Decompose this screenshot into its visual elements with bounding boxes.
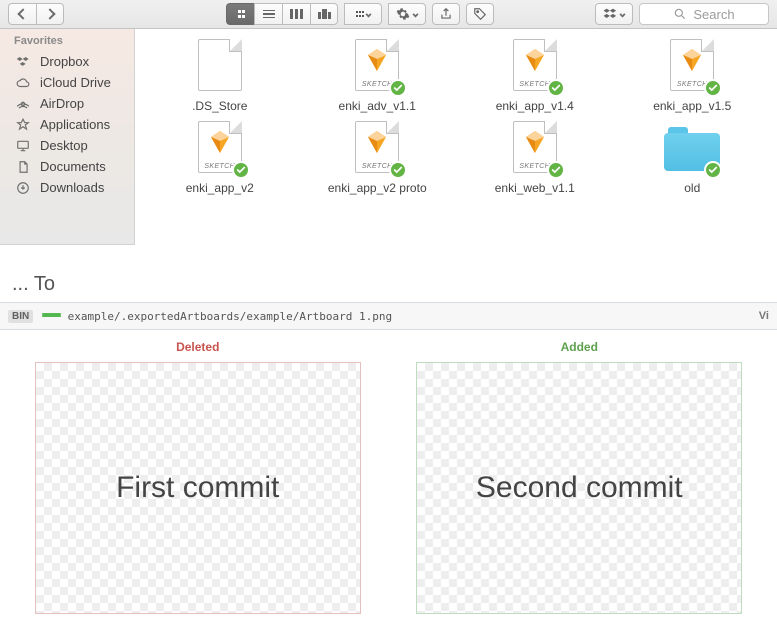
view-coverflow-button[interactable] xyxy=(310,3,338,25)
applications-icon xyxy=(14,118,32,132)
coverflow-icon xyxy=(318,9,331,19)
file-item[interactable]: SKETCHenki_app_v1.4 xyxy=(458,39,612,113)
chevron-down-icon xyxy=(619,11,625,17)
added-panel: Second commit xyxy=(416,362,742,614)
file-label: enki_app_v1.4 xyxy=(496,99,574,113)
diff-body: Deleted First commit Added Second commit xyxy=(0,334,777,614)
file-label: enki_app_v2 proto xyxy=(328,181,427,195)
added-text: Second commit xyxy=(476,471,683,505)
sidebar-item-icloud-drive[interactable]: iCloud Drive xyxy=(0,72,134,93)
sync-badge-icon xyxy=(704,79,722,97)
sidebar-item-airdrop[interactable]: AirDrop xyxy=(0,93,134,114)
action-group xyxy=(388,3,426,25)
search-icon xyxy=(673,7,687,21)
grid-icon xyxy=(237,10,244,19)
sidebar-item-downloads[interactable]: Downloads xyxy=(0,177,134,198)
view-mode-buttons xyxy=(226,3,338,25)
file-item[interactable]: SKETCHenki_web_v1.1 xyxy=(458,121,612,195)
arrange-button[interactable] xyxy=(344,3,382,25)
sidebar-item-label: iCloud Drive xyxy=(40,75,111,90)
added-column: Added Second commit xyxy=(394,334,766,614)
sidebar-item-label: Documents xyxy=(40,159,106,174)
file-item[interactable]: old xyxy=(616,121,770,195)
diff-header: BIN ▪▪▪▪▪ example/.exportedArtboards/exa… xyxy=(0,302,777,330)
file-grid[interactable]: .DS_StoreSKETCHenki_adv_v1.1SKETCHenki_a… xyxy=(135,29,777,245)
list-icon xyxy=(263,10,275,19)
share-icon xyxy=(439,7,453,21)
file-label: old xyxy=(684,181,700,195)
bin-badge: BIN xyxy=(8,310,33,323)
chevron-left-icon xyxy=(17,8,28,19)
diff-path: example/.exportedArtboards/example/Artbo… xyxy=(68,310,393,323)
search-field[interactable]: Search xyxy=(639,3,769,25)
back-button[interactable] xyxy=(8,3,36,25)
sidebar: Favorites Dropbox iCloud Drive AirDrop Appl… xyxy=(0,29,135,245)
chevron-down-icon xyxy=(412,11,418,17)
chevron-down-icon xyxy=(365,11,371,17)
file-label: enki_adv_v1.1 xyxy=(339,99,416,113)
deleted-text: First commit xyxy=(116,471,279,505)
file-label: enki_app_v2 xyxy=(186,181,254,195)
file-item[interactable]: SKETCHenki_adv_v1.1 xyxy=(301,39,455,113)
sidebar-section-header: Favorites xyxy=(0,35,134,51)
tag-icon xyxy=(473,7,487,21)
desktop-icon xyxy=(14,139,32,153)
file-item[interactable]: SKETCHenki_app_v2 xyxy=(143,121,297,195)
sidebar-item-label: Downloads xyxy=(40,180,104,195)
dropbox-icon xyxy=(603,7,617,21)
downloads-icon xyxy=(14,181,32,195)
forward-button[interactable] xyxy=(36,3,64,25)
view-icon-button[interactable] xyxy=(226,3,254,25)
sidebar-item-documents[interactable]: Documents xyxy=(0,156,134,177)
deleted-column: Deleted First commit xyxy=(12,334,384,614)
chevron-right-icon xyxy=(44,8,55,19)
sidebar-item-applications[interactable]: Applications xyxy=(0,114,134,135)
file-label: .DS_Store xyxy=(192,99,247,113)
nav-buttons xyxy=(8,3,64,25)
file-item[interactable]: SKETCHenki_app_v1.5 xyxy=(616,39,770,113)
file-label: enki_app_v1.5 xyxy=(653,99,731,113)
sidebar-item-desktop[interactable]: Desktop xyxy=(0,135,134,156)
columns-icon xyxy=(290,9,303,19)
view-list-button[interactable] xyxy=(254,3,282,25)
action-button[interactable] xyxy=(388,3,426,25)
documents-icon xyxy=(14,160,32,174)
sync-badge-icon xyxy=(547,161,565,179)
sync-badge-icon xyxy=(389,161,407,179)
deleted-panel: First commit xyxy=(35,362,361,614)
finder-body: Favorites Dropbox iCloud Drive AirDrop Appl… xyxy=(0,29,777,245)
gear-icon xyxy=(396,7,410,21)
sidebar-item-dropbox[interactable]: Dropbox xyxy=(0,51,134,72)
sync-badge-icon xyxy=(389,79,407,97)
sync-badge-icon xyxy=(547,79,565,97)
dropbox-icon xyxy=(14,55,32,69)
diff-dots-icon: ▪▪▪▪▪ xyxy=(41,311,59,321)
file-icon xyxy=(198,39,242,91)
dropbox-menu-button[interactable] xyxy=(595,3,633,25)
arrange-icon xyxy=(355,11,363,18)
sidebar-item-label: Dropbox xyxy=(40,54,89,69)
added-header: Added xyxy=(561,334,598,362)
sync-badge-icon xyxy=(704,161,722,179)
file-item[interactable]: SKETCHenki_app_v2 proto xyxy=(301,121,455,195)
section-title: ... To xyxy=(0,245,777,302)
cloud-icon xyxy=(14,76,32,90)
arrange-group xyxy=(344,3,382,25)
sidebar-item-label: Applications xyxy=(40,117,110,132)
sidebar-item-label: Desktop xyxy=(40,138,88,153)
diff-right-label[interactable]: Vi xyxy=(759,310,769,322)
tags-button[interactable] xyxy=(466,3,494,25)
sync-badge-icon xyxy=(232,161,250,179)
deleted-header: Deleted xyxy=(176,334,219,362)
search-placeholder: Search xyxy=(693,7,734,22)
share-button[interactable] xyxy=(432,3,460,25)
file-label: enki_web_v1.1 xyxy=(495,181,575,195)
file-item[interactable]: .DS_Store xyxy=(143,39,297,113)
airdrop-icon xyxy=(14,97,32,111)
view-columns-button[interactable] xyxy=(282,3,310,25)
sidebar-item-label: AirDrop xyxy=(40,96,84,111)
finder-toolbar: Search xyxy=(0,0,777,29)
